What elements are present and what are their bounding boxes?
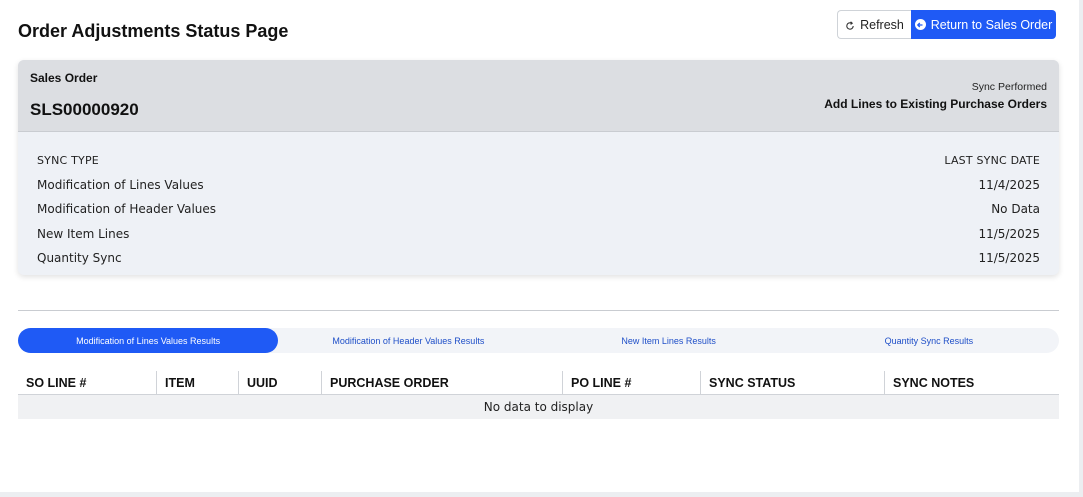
sales-order-label: Sales Order: [30, 71, 98, 85]
column-header-sync-notes[interactable]: SYNC NOTES: [884, 371, 1059, 395]
column-header-sync-status[interactable]: SYNC STATUS: [700, 371, 884, 395]
results-grid-header: SO LINE # ITEM UUID PURCHASE ORDER PO LI…: [18, 371, 1059, 395]
last-sync-date: 11/4/2025: [978, 177, 1040, 192]
section-divider: [18, 310, 1059, 311]
results-tabs: Modification of Lines Values Results Mod…: [18, 328, 1059, 353]
top-actions: Refresh Return to Sales Order: [837, 10, 1056, 39]
last-sync-date: 11/5/2025: [978, 251, 1040, 266]
sync-type: Modification of Lines Values: [37, 177, 204, 192]
sync-type-table: SYNC TYPE LAST SYNC DATE Modification of…: [37, 148, 1040, 271]
column-header-purchase-order[interactable]: PURCHASE ORDER: [321, 371, 562, 395]
summary-card: Sales Order SLS00000920 Sync Performed A…: [18, 60, 1059, 275]
return-to-sales-order-button[interactable]: Return to Sales Order: [911, 10, 1056, 39]
sync-type: Quantity Sync: [37, 251, 122, 266]
page-scroll-edge: [1079, 0, 1083, 497]
sync-performed-value: Add Lines to Existing Purchase Orders: [824, 97, 1047, 111]
results-grid: SO LINE # ITEM UUID PURCHASE ORDER PO LI…: [18, 371, 1059, 419]
sync-row: Modification of Lines Values 11/4/2025: [37, 173, 1040, 198]
back-arrow-icon: [914, 19, 926, 30]
column-header-uuid[interactable]: UUID: [238, 371, 321, 395]
empty-grid-message: No data to display: [18, 395, 1059, 419]
column-header-item[interactable]: ITEM: [156, 371, 238, 395]
sync-performed-label: Sync Performed: [971, 81, 1047, 93]
sync-type-header: SYNC TYPE: [37, 153, 99, 167]
tab-modification-of-lines-values-results[interactable]: Modification of Lines Values Results: [18, 328, 279, 353]
last-sync-date-header: LAST SYNC DATE: [944, 153, 1040, 167]
page-title: Order Adjustments Status Page: [18, 21, 289, 41]
sync-row: New Item Lines 11/5/2025: [37, 222, 1040, 247]
sync-type: New Item Lines: [37, 226, 130, 241]
sync-row: Quantity Sync 11/5/2025: [37, 246, 1040, 271]
return-label: Return to Sales Order: [930, 17, 1053, 32]
last-sync-date: 11/5/2025: [978, 226, 1040, 241]
tab-quantity-sync-results[interactable]: Quantity Sync Results: [799, 328, 1059, 353]
tab-new-item-lines-results[interactable]: New Item Lines Results: [539, 328, 799, 353]
sync-type: Modification of Header Values: [37, 202, 217, 217]
sync-table-header: SYNC TYPE LAST SYNC DATE: [37, 148, 1040, 173]
refresh-label: Refresh: [860, 17, 904, 32]
sales-order-number: SLS00000920: [30, 100, 139, 119]
last-sync-date: No Data: [991, 202, 1040, 217]
tab-modification-of-header-values-results[interactable]: Modification of Header Values Results: [278, 328, 538, 353]
sync-row: Modification of Header Values No Data: [37, 197, 1040, 222]
refresh-icon: [845, 20, 855, 30]
summary-header: Sales Order SLS00000920 Sync Performed A…: [18, 60, 1059, 132]
column-header-po-line[interactable]: PO LINE #: [562, 371, 700, 395]
refresh-button[interactable]: Refresh: [837, 10, 911, 39]
page-bottom-edge: [0, 492, 1083, 497]
column-header-so-line[interactable]: SO LINE #: [18, 371, 156, 395]
